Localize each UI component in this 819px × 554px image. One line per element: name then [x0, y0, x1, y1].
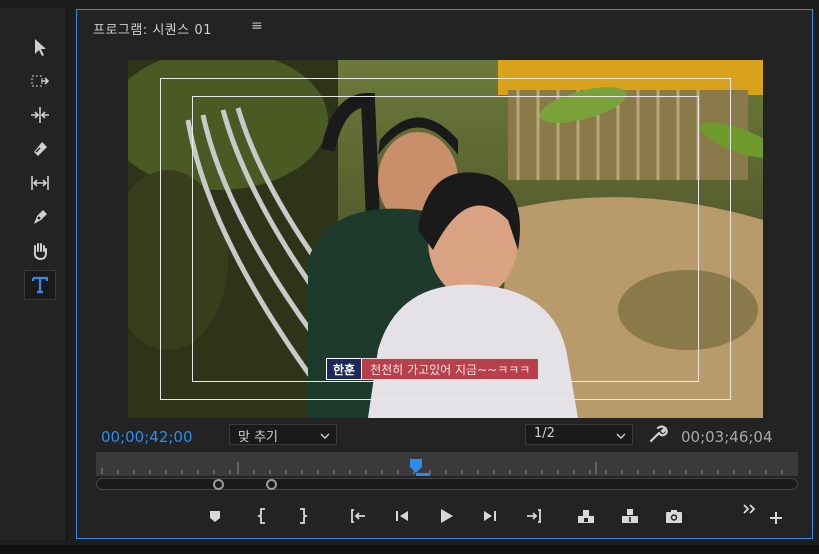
play-icon: [441, 509, 453, 523]
resolution-select[interactable]: 1/2: [525, 424, 633, 445]
caption-text: 천천히 가고있어 지금~~ㅋㅋㅋ: [362, 358, 540, 380]
duration-timecode: 00;03;46;04: [681, 428, 773, 446]
hamburger-icon[interactable]: ≡: [251, 18, 263, 34]
button-editor-plus-icon[interactable]: [763, 506, 789, 530]
go-to-out-button[interactable]: [521, 504, 547, 528]
marker-icon: [210, 511, 220, 522]
add-marker-button[interactable]: [202, 504, 228, 528]
step-back-icon: [396, 511, 408, 521]
go-to-in-icon: [351, 509, 365, 523]
mark-in-button[interactable]: [250, 504, 276, 528]
slip-tool[interactable]: [24, 168, 56, 198]
panel-title: 프로그램: 시퀀스 01: [93, 23, 212, 38]
type-icon: [31, 276, 49, 294]
mark-out-icon: [300, 508, 309, 524]
track-select-icon: [31, 75, 50, 87]
hand-icon: [33, 243, 47, 261]
lift-button[interactable]: [573, 504, 599, 528]
pen-icon: [34, 210, 47, 224]
extract-icon: [622, 509, 638, 523]
hand-tool[interactable]: [24, 236, 56, 266]
arrow-icon: [35, 39, 46, 56]
export-frame-button[interactable]: [661, 504, 687, 528]
type-tool[interactable]: [24, 270, 56, 300]
selection-tool[interactable]: [24, 32, 56, 62]
mark-in-icon: [256, 508, 265, 524]
mark-out-button[interactable]: [289, 504, 315, 528]
video-frame[interactable]: 한훈 천천히 가고있어 지금~~ㅋㅋㅋ: [128, 60, 763, 418]
step-forward-icon: [484, 511, 496, 521]
extract-button[interactable]: [617, 504, 643, 528]
ripple-edit-tool[interactable]: [24, 100, 56, 130]
pen-tool[interactable]: [24, 202, 56, 232]
camera-icon: [666, 510, 682, 523]
step-back-button[interactable]: [389, 504, 415, 528]
zoom-scrollbar-left-handle[interactable]: [213, 479, 224, 490]
track-select-tool[interactable]: [24, 66, 56, 96]
chevron-down-icon: [320, 429, 330, 444]
zoom-scrollbar-right-handle[interactable]: [266, 479, 277, 490]
play-button[interactable]: [433, 504, 459, 528]
tools-panel: [0, 8, 67, 540]
lift-icon: [578, 510, 594, 523]
razor-icon: [34, 142, 47, 156]
slip-icon: [31, 176, 49, 190]
resolution-select-value: 1/2: [534, 426, 555, 441]
chevron-down-icon: [616, 429, 626, 444]
timeline-ruler[interactable]: [96, 452, 798, 476]
razor-tool[interactable]: [24, 134, 56, 164]
title-safe-margin: [192, 96, 699, 382]
caption-speaker-name: 한훈: [326, 358, 363, 380]
panel-divider: [0, 545, 819, 554]
zoom-select[interactable]: 맞 추기: [229, 424, 337, 445]
wrench-icon[interactable]: [648, 424, 668, 448]
current-timecode[interactable]: 00;00;42;00: [101, 428, 193, 446]
go-to-out-icon: [527, 509, 541, 523]
subtitle-caption[interactable]: 한훈 천천히 가고있어 지금~~ㅋㅋㅋ: [326, 358, 540, 380]
ripple-edit-icon: [31, 107, 49, 123]
zoom-scrollbar[interactable]: [96, 478, 798, 490]
step-forward-button[interactable]: [477, 504, 503, 528]
more-controls-icon[interactable]: [737, 498, 763, 522]
zoom-select-value: 맞 추기: [238, 430, 279, 445]
go-to-in-button[interactable]: [345, 504, 371, 528]
program-monitor-panel: 프로그램: 시퀀스 01 ≡ 한훈 천천히 가고있어 지금~~ㅋㅋㅋ 00;00…: [76, 9, 813, 539]
